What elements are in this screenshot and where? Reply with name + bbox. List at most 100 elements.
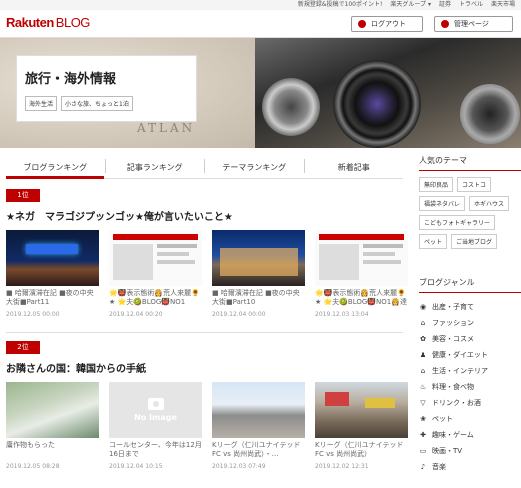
article-card[interactable]: 庸作物もらった 2019.12.05 08:28 — [6, 382, 99, 470]
genre-label: 音楽 — [432, 463, 446, 471]
genre-item[interactable]: ◉ 出産・子育て — [419, 299, 521, 315]
rank-badge: 1位 — [6, 189, 40, 202]
article-card[interactable]: Kリーグ（仁川ユナイテッドFC vs 尚州尚武）・… 2019.12.03 07… — [212, 382, 305, 470]
genre-label: 趣味・ゲーム — [432, 431, 474, 439]
genre-label: ファッション — [432, 319, 474, 327]
genre-item[interactable]: ▭ 映画・TV — [419, 443, 521, 459]
genre-label: 健康・ダイエット — [432, 351, 488, 359]
theme-tag[interactable]: こどもフォトギャラリー — [419, 215, 496, 230]
tab-new-articles[interactable]: 新着記事 — [305, 159, 404, 173]
cosmetics-icon: ✿ — [420, 335, 426, 343]
article-date: 2019.12.04 10:15 — [109, 463, 163, 470]
ichiba-link[interactable]: 楽天市場 — [491, 1, 515, 9]
glass-icon: ▽ — [420, 399, 426, 407]
article-thumbnail[interactable] — [315, 382, 408, 438]
article-title[interactable]: Kリーグ（仁川ユナイテッドFC vs 尚州尚武） — [315, 441, 408, 459]
article-thumbnail[interactable] — [6, 382, 99, 438]
genre-item[interactable]: ⌂ ファッション — [419, 315, 521, 331]
ranking-blog-title[interactable]: お隣さんの国：韓国からの手紙 — [6, 360, 146, 375]
genre-item[interactable]: ▽ ドリンク・お酒 — [419, 395, 521, 411]
tab-article-ranking[interactable]: 記事ランキング — [106, 159, 205, 173]
genre-list: ◉ 出産・子育て ⌂ ファッション ✿ 美容・コスメ ♟ 健康・ダイエット ⌂ 生活・イン… — [419, 299, 521, 475]
article-card[interactable]: ■ 哈爾濱滞在記 ■夜の中央大街■Part10 2019.12.04 00:00 — [212, 230, 305, 318]
genre-label: 生活・インテリア — [432, 367, 488, 375]
logout-button[interactable]: ログアウト — [351, 16, 423, 32]
ranking-cards: 庸作物もらった 2019.12.05 08:28 No Image コールセンタ… — [6, 382, 408, 470]
baby-icon: ◉ — [419, 303, 427, 311]
tv-icon: ▭ — [419, 447, 427, 455]
article-date: 2019.12.03 13:04 — [315, 311, 369, 318]
article-date: 2019.12.05 08:28 — [6, 463, 60, 470]
tab-theme-ranking[interactable]: テーマランキング — [205, 159, 305, 173]
article-thumbnail[interactable] — [212, 382, 305, 438]
subcategory-tags: 海外生活 小さな旅、ちょっと1泊 — [25, 96, 188, 111]
article-card[interactable]: 🌟👹表示態術👸荒人来麓🌻★ 🌟夫🥝BLOG👹NO1👸達成 2019.12.03 … — [315, 230, 408, 318]
travel-link[interactable]: トラベル — [459, 1, 483, 9]
paw-icon: ❀ — [420, 415, 426, 423]
subcategory-tag[interactable]: 小さな旅、ちょっと1泊 — [61, 96, 133, 111]
article-thumbnail[interactable] — [315, 230, 408, 286]
popular-theme-tags: 無印良品 コストコ 福袋ネタバレ ホギハウス こどもフォトギャラリー ペット ご… — [419, 177, 521, 249]
rakuten-group-link[interactable]: 楽天グループ ▾ — [390, 1, 431, 9]
article-date: 2019.12.04 00:20 — [109, 311, 163, 318]
article-title[interactable]: 🌟👹表示態術👸荒人来麓🌻★ 🌟夫🥝BLOG👹NO1👸達成 — [315, 289, 408, 307]
genre-item[interactable]: ❀ ペット — [419, 411, 521, 427]
genre-item[interactable]: ⌂ 生活・インテリア — [419, 363, 521, 379]
utility-links: 新規登録&投稿で100ポイント! 楽天グループ ▾ 証券 トラベル 楽天市場 — [298, 1, 515, 9]
active-tab-indicator — [6, 176, 104, 179]
logo-text: Rakuten — [6, 15, 54, 30]
ranking-blog-title[interactable]: ★ネガ マラゴジプッンゴッ★俺が言いたいこと★ — [6, 208, 233, 223]
article-thumbnail[interactable] — [6, 230, 99, 286]
genre-label: 料理・食べ物 — [432, 383, 474, 391]
securities-link[interactable]: 証券 — [439, 1, 451, 9]
article-card[interactable]: No Image コールセンター、今年は12月16日まで 2019.12.04 … — [109, 382, 202, 470]
site-header: Rakuten BLOG ログアウト 管理ページ — [0, 10, 521, 38]
cooking-icon: ♨ — [419, 383, 427, 391]
gamepad-icon: ✚ — [420, 431, 426, 439]
genre-item[interactable]: ✚ 趣味・ゲーム — [419, 427, 521, 443]
logout-icon — [358, 20, 366, 28]
manage-page-button[interactable]: 管理ページ — [434, 16, 513, 32]
signup-link[interactable]: 新規登録&投稿で100ポイント! — [298, 1, 383, 9]
article-date: 2019.12.03 07:49 — [212, 463, 266, 470]
running-icon: ♟ — [419, 351, 427, 359]
article-title[interactable]: Kリーグ（仁川ユナイテッドFC vs 尚州尚武）・… — [212, 441, 305, 459]
ranking-cards: ■ 哈爾濱滞在記 ■夜の中央大街■Part11 2019.12.05 00:00… — [6, 230, 408, 318]
article-title[interactable]: ■ 哈爾濱滞在記 ■夜の中央大街■Part11 — [6, 289, 99, 307]
subcategory-tag[interactable]: 海外生活 — [25, 96, 58, 111]
theme-tag[interactable]: ご当地ブログ — [451, 234, 498, 249]
genre-item[interactable]: ♟ 健康・ダイエット — [419, 347, 521, 363]
theme-tag[interactable]: 福袋ネタバレ — [419, 196, 466, 211]
genre-item[interactable]: ♪ 音楽 — [419, 459, 521, 475]
theme-tag[interactable]: ホギハウス — [469, 196, 510, 211]
sidebar: 人気のテーマ 無印良品 コストコ 福袋ネタバレ ホギハウス こどもフォトギャラリ… — [419, 155, 521, 475]
genre-label: 美容・コスメ — [432, 335, 474, 343]
article-card[interactable]: ■ 哈爾濱滞在記 ■夜の中央大街■Part11 2019.12.05 00:00 — [6, 230, 99, 318]
theme-tag[interactable]: 無印良品 — [419, 177, 454, 192]
article-card[interactable]: Kリーグ（仁川ユナイテッドFC vs 尚州尚武） 2019.12.02 12:3… — [315, 382, 408, 470]
hanger-icon: ⌂ — [420, 319, 426, 327]
article-thumbnail[interactable] — [212, 230, 305, 286]
theme-tag[interactable]: コストコ — [457, 177, 492, 192]
camera-lens-secondary — [460, 84, 520, 144]
rank-badge: 2位 — [6, 341, 40, 354]
article-title[interactable]: コールセンター、今年は12月16日まで — [109, 441, 202, 459]
article-thumbnail[interactable] — [109, 230, 202, 286]
genre-item[interactable]: ✿ 美容・コスメ — [419, 331, 521, 347]
tab-blog-ranking[interactable]: ブログランキング — [6, 159, 106, 173]
rakuten-blog-logo[interactable]: Rakuten BLOG — [6, 15, 90, 30]
article-thumbnail-placeholder[interactable]: No Image — [109, 382, 202, 438]
article-title[interactable]: 庸作物もらった — [6, 441, 99, 459]
genre-item[interactable]: ♨ 料理・食べ物 — [419, 379, 521, 395]
article-title[interactable]: ■ 哈爾濱滞在記 ■夜の中央大街■Part10 — [212, 289, 305, 307]
map-label: ATLAN — [137, 121, 196, 135]
section-divider — [6, 332, 403, 333]
article-card[interactable]: 🌟👹表示態術👸荒人来麓🌻★ 🌟夫🥝BLOG👹NO1 2019.12.04 00:… — [109, 230, 202, 318]
genre-label: 出産・子育て — [432, 303, 474, 311]
article-title[interactable]: 🌟👹表示態術👸荒人来麓🌻★ 🌟夫🥝BLOG👹NO1 — [109, 289, 202, 307]
theme-tag[interactable]: ペット — [419, 234, 448, 249]
home-icon: ⌂ — [420, 367, 426, 375]
popular-themes-heading: 人気のテーマ — [419, 155, 521, 171]
music-icon: ♪ — [420, 463, 426, 471]
top-utility-bar: 新規登録&投稿で100ポイント! 楽天グループ ▾ 証券 トラベル 楽天市場 — [0, 0, 521, 10]
